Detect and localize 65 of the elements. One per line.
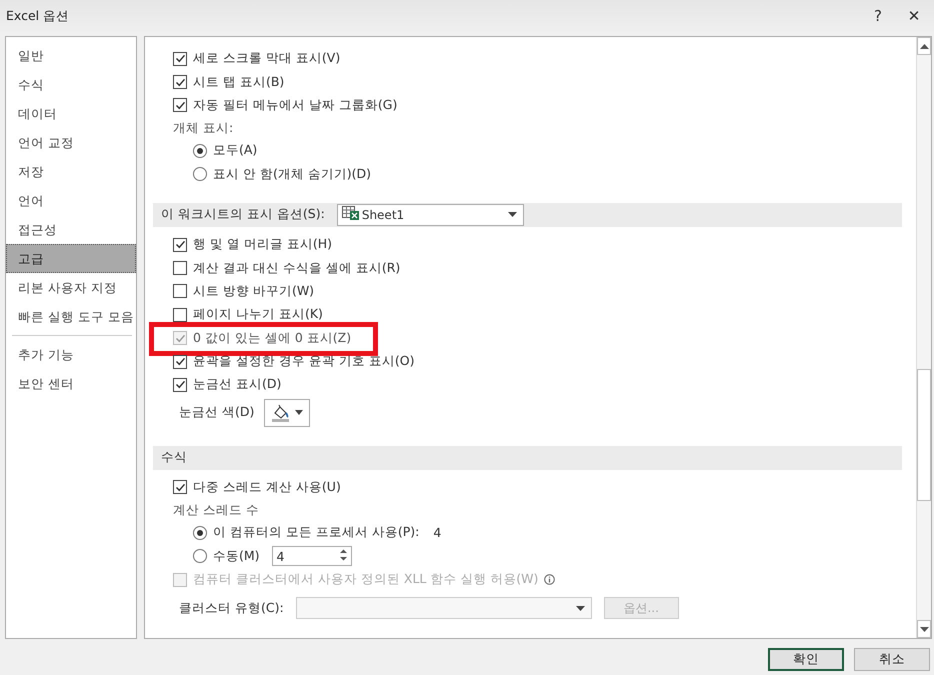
paint-bucket-icon [271, 404, 292, 422]
sidebar-item[interactable]: 언어 [6, 186, 136, 215]
option-label: 컴퓨터 클러스터에서 사용자 정의된 XLL 함수 실행 허용(W) [193, 571, 538, 588]
ok-button[interactable]: 확인 [768, 648, 844, 671]
sidebar-item[interactable]: 언어 교정 [6, 128, 136, 157]
checkbox[interactable] [173, 480, 187, 494]
option-label: 시트 탭 표시(B) [193, 74, 284, 91]
option-label: 눈금선 색(D) [179, 404, 254, 422]
caret-icon [576, 606, 585, 611]
section-title: 수식 [161, 449, 187, 466]
sidebar-item[interactable]: 리본 사용자 지정 [6, 273, 136, 302]
radio-button[interactable] [193, 167, 207, 182]
option-label: 페이지 나누기 표시(K) [193, 306, 323, 324]
option-label: 윤곽을 설정한 경우 윤곽 기호 표시(O) [193, 353, 414, 370]
radio-button[interactable] [193, 526, 207, 540]
option-label: 0 값이 있는 셀에 0 표시(Z) [193, 330, 352, 347]
sheet-dropdown[interactable]: Sheet1 [336, 204, 524, 226]
option-label: 클러스터 유형(C): [179, 600, 284, 617]
help-button[interactable]: ? [864, 3, 892, 29]
group-label: 계산 스레드 수 [172, 501, 260, 520]
checkbox[interactable] [173, 75, 187, 90]
option-label: 행 및 열 머리글 표시(H) [193, 236, 332, 254]
sidebar-item[interactable]: 고급 [6, 244, 136, 273]
close-button[interactable]: ✕ [900, 3, 928, 29]
checkbox[interactable] [173, 261, 187, 276]
checkbox[interactable] [173, 308, 187, 322]
window-title: Excel 옵션 [6, 8, 70, 24]
option-label: 수동(M) [213, 548, 260, 565]
radio-button[interactable] [193, 549, 207, 564]
radio-button[interactable] [193, 144, 207, 158]
checkbox[interactable] [173, 52, 187, 66]
scroll-thumb[interactable] [917, 369, 931, 501]
sidebar-item[interactable]: 데이터 [6, 99, 136, 128]
caret-icon [295, 410, 304, 416]
color-picker[interactable] [264, 398, 310, 427]
option-label: 자동 필터 메뉴에서 날짜 그룹화(G) [193, 96, 398, 114]
checkbox[interactable] [173, 238, 187, 252]
option-label: 표시 안 함(개체 숨기기)(D) [213, 166, 372, 183]
option-label: 눈금선 표시(D) [193, 376, 282, 394]
option-label: 세로 스크롤 막대 표시(V) [193, 50, 340, 68]
checkbox[interactable] [173, 284, 187, 298]
checkbox[interactable] [173, 98, 187, 112]
sidebar-item[interactable]: 일반 [6, 41, 136, 70]
sidebar-item[interactable]: 빠른 실행 도구 모음 [6, 302, 136, 331]
option-label: 다중 스레드 계산 사용(U) [193, 478, 341, 496]
number-spinner[interactable]: 4 [272, 546, 352, 566]
sidebar-item[interactable]: 보안 센터 [6, 369, 136, 398]
section-title: 이 워크시트의 표시 옵션(S): [161, 206, 325, 224]
option-label: 계산 결과 대신 수식을 셀에 표시(R) [193, 260, 400, 277]
scrollbar[interactable] [916, 37, 931, 638]
option-label: 모두(A) [213, 142, 258, 160]
sidebar-item[interactable]: 저장 [6, 157, 136, 186]
scroll-down-icon[interactable] [917, 620, 931, 638]
sidebar-item[interactable]: 수식 [6, 70, 136, 99]
sidebar-item[interactable]: 접근성 [6, 215, 136, 244]
sidebar-item[interactable]: 추가 기능 [6, 340, 136, 369]
caret-icon [508, 212, 517, 218]
scroll-up-icon[interactable] [917, 37, 931, 55]
option-label: 시트 방향 바꾸기(W) [193, 282, 314, 300]
processor-count: 4 [433, 525, 442, 540]
checkbox[interactable] [173, 354, 187, 369]
group-label: 개체 표시: [172, 119, 234, 138]
cancel-button[interactable]: 취소 [854, 648, 930, 671]
option-label: 이 컴퓨터의 모든 프로세서 사용(P): [213, 524, 420, 542]
checkbox[interactable] [173, 378, 187, 392]
